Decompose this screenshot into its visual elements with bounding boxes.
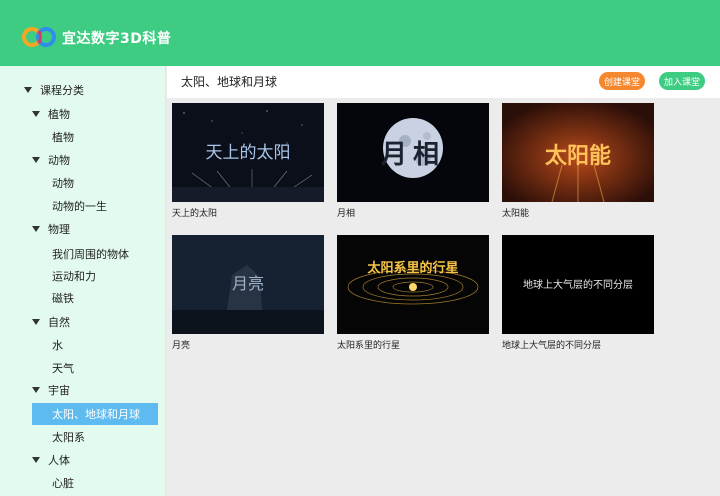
course-title: 天上的太阳 — [172, 209, 218, 219]
create-classroom-button[interactable]: 创建课堂 — [599, 72, 645, 90]
course-thumbnail[interactable]: 地球上大气层的不同分层 — [502, 235, 654, 334]
tree-group-physics[interactable]: 物理 — [32, 218, 70, 240]
caret-down-icon — [24, 87, 32, 93]
tree-item-label: 我们周围的物体 — [52, 248, 129, 261]
content-header: 太阳、地球和月球 创建课堂 加入课堂 — [167, 66, 720, 98]
course-thumbnail[interactable]: 天上的太阳 — [172, 103, 324, 202]
course-title: 月相 — [337, 209, 356, 219]
tree-item-label: 心脏 — [52, 477, 74, 490]
thumbnail-title: 地球上大气层的不同分层 — [523, 278, 633, 291]
tree-item-magnet[interactable]: 磁铁 — [52, 287, 74, 309]
tree-item-sun-earth-moon[interactable]: 太阳、地球和月球 — [32, 403, 158, 425]
tree-item-motion[interactable]: 运动和力 — [52, 265, 96, 287]
tree-item-label: 动物的一生 — [52, 200, 107, 213]
category-sidebar: 课程分类 植物 植物 动物 动物 动物的一生 物理 我们周围的物体 运动和力 磁… — [0, 66, 166, 496]
tree-group-body[interactable]: 人体 — [32, 449, 70, 471]
caret-down-icon — [32, 157, 40, 163]
tree-item-label: 水 — [52, 339, 63, 352]
course-thumbnail[interactable]: 月亮 — [172, 235, 324, 334]
tree-root[interactable]: 课程分类 — [24, 79, 84, 101]
caret-down-icon — [32, 457, 40, 463]
course-card[interactable]: 月亮 月亮 — [172, 235, 324, 351]
tree-item-animals[interactable]: 动物 — [52, 172, 74, 194]
course-thumbnail[interactable]: 月相 — [337, 103, 489, 202]
tree-group-animals[interactable]: 动物 — [32, 149, 70, 171]
tree-item-weather[interactable]: 天气 — [52, 357, 74, 379]
tree-item-label: 太阳系 — [52, 431, 85, 444]
course-card[interactable]: 月相 月相 — [337, 103, 489, 219]
caret-down-icon — [32, 111, 40, 117]
tree-group-label: 自然 — [48, 316, 70, 329]
course-card[interactable]: 太阳能 太阳能 — [502, 103, 654, 219]
tree-group-label: 动物 — [48, 154, 70, 167]
course-card[interactable]: 天上的太阳 天上的太阳 — [172, 103, 324, 219]
join-classroom-button[interactable]: 加入课堂 — [659, 72, 705, 90]
caret-down-icon — [32, 387, 40, 393]
tree-item-label: 太阳、地球和月球 — [52, 408, 140, 421]
top-bar: 宜达数字3D科普 — [0, 0, 720, 66]
course-title: 地球上大气层的不同分层 — [502, 341, 602, 351]
tree-group-label: 人体 — [48, 454, 70, 467]
app-brand: 宜达数字3D科普 — [62, 31, 172, 47]
tree-root-label: 课程分类 — [40, 84, 84, 97]
tree-item-label: 磁铁 — [52, 292, 74, 305]
caret-down-icon — [32, 319, 40, 325]
tree-item-label: 天气 — [52, 362, 74, 375]
tree-item-heart[interactable]: 心脏 — [52, 472, 74, 494]
tree-group-universe[interactable]: 宇宙 — [32, 379, 70, 401]
thumbnail-title: 太阳能 — [545, 143, 611, 169]
thumbnail-title: 月相 — [380, 140, 445, 170]
tree-group-nature[interactable]: 自然 — [32, 311, 70, 333]
course-card[interactable]: 地球上大气层的不同分层 地球上大气层的不同分层 — [502, 235, 654, 351]
course-thumbnail[interactable]: 太阳系里的行星 — [337, 235, 489, 334]
caret-down-icon — [32, 226, 40, 232]
tree-item-label: 运动和力 — [52, 270, 96, 283]
course-thumbnail[interactable]: 太阳能 — [502, 103, 654, 202]
tree-item-solar-system[interactable]: 太阳系 — [52, 426, 85, 448]
thumbnail-title: 月亮 — [232, 274, 264, 293]
thumbnail-title: 太阳系里的行星 — [366, 260, 458, 276]
course-title: 太阳能 — [502, 209, 530, 219]
thumbnail-title: 天上的太阳 — [206, 143, 291, 163]
tree-group-label: 植物 — [48, 108, 70, 121]
tree-item-objects[interactable]: 我们周围的物体 — [52, 243, 129, 265]
brand-logo-icon — [22, 27, 56, 47]
tree-item-label: 动物 — [52, 177, 74, 190]
tree-item-label: 植物 — [52, 131, 74, 144]
tree-group-label: 宇宙 — [48, 384, 70, 397]
tree-item-plants[interactable]: 植物 — [52, 126, 74, 148]
tree-item-water[interactable]: 水 — [52, 334, 63, 356]
course-title: 太阳系里的行星 — [337, 341, 401, 351]
tree-group-label: 物理 — [48, 223, 70, 236]
tree-group-plants[interactable]: 植物 — [32, 103, 70, 125]
course-card[interactable]: 太阳系里的行星 太阳系里的行星 — [337, 235, 489, 351]
page-title: 太阳、地球和月球 — [181, 75, 278, 89]
course-title: 月亮 — [172, 341, 191, 351]
tree-item-animal-life[interactable]: 动物的一生 — [52, 195, 107, 217]
